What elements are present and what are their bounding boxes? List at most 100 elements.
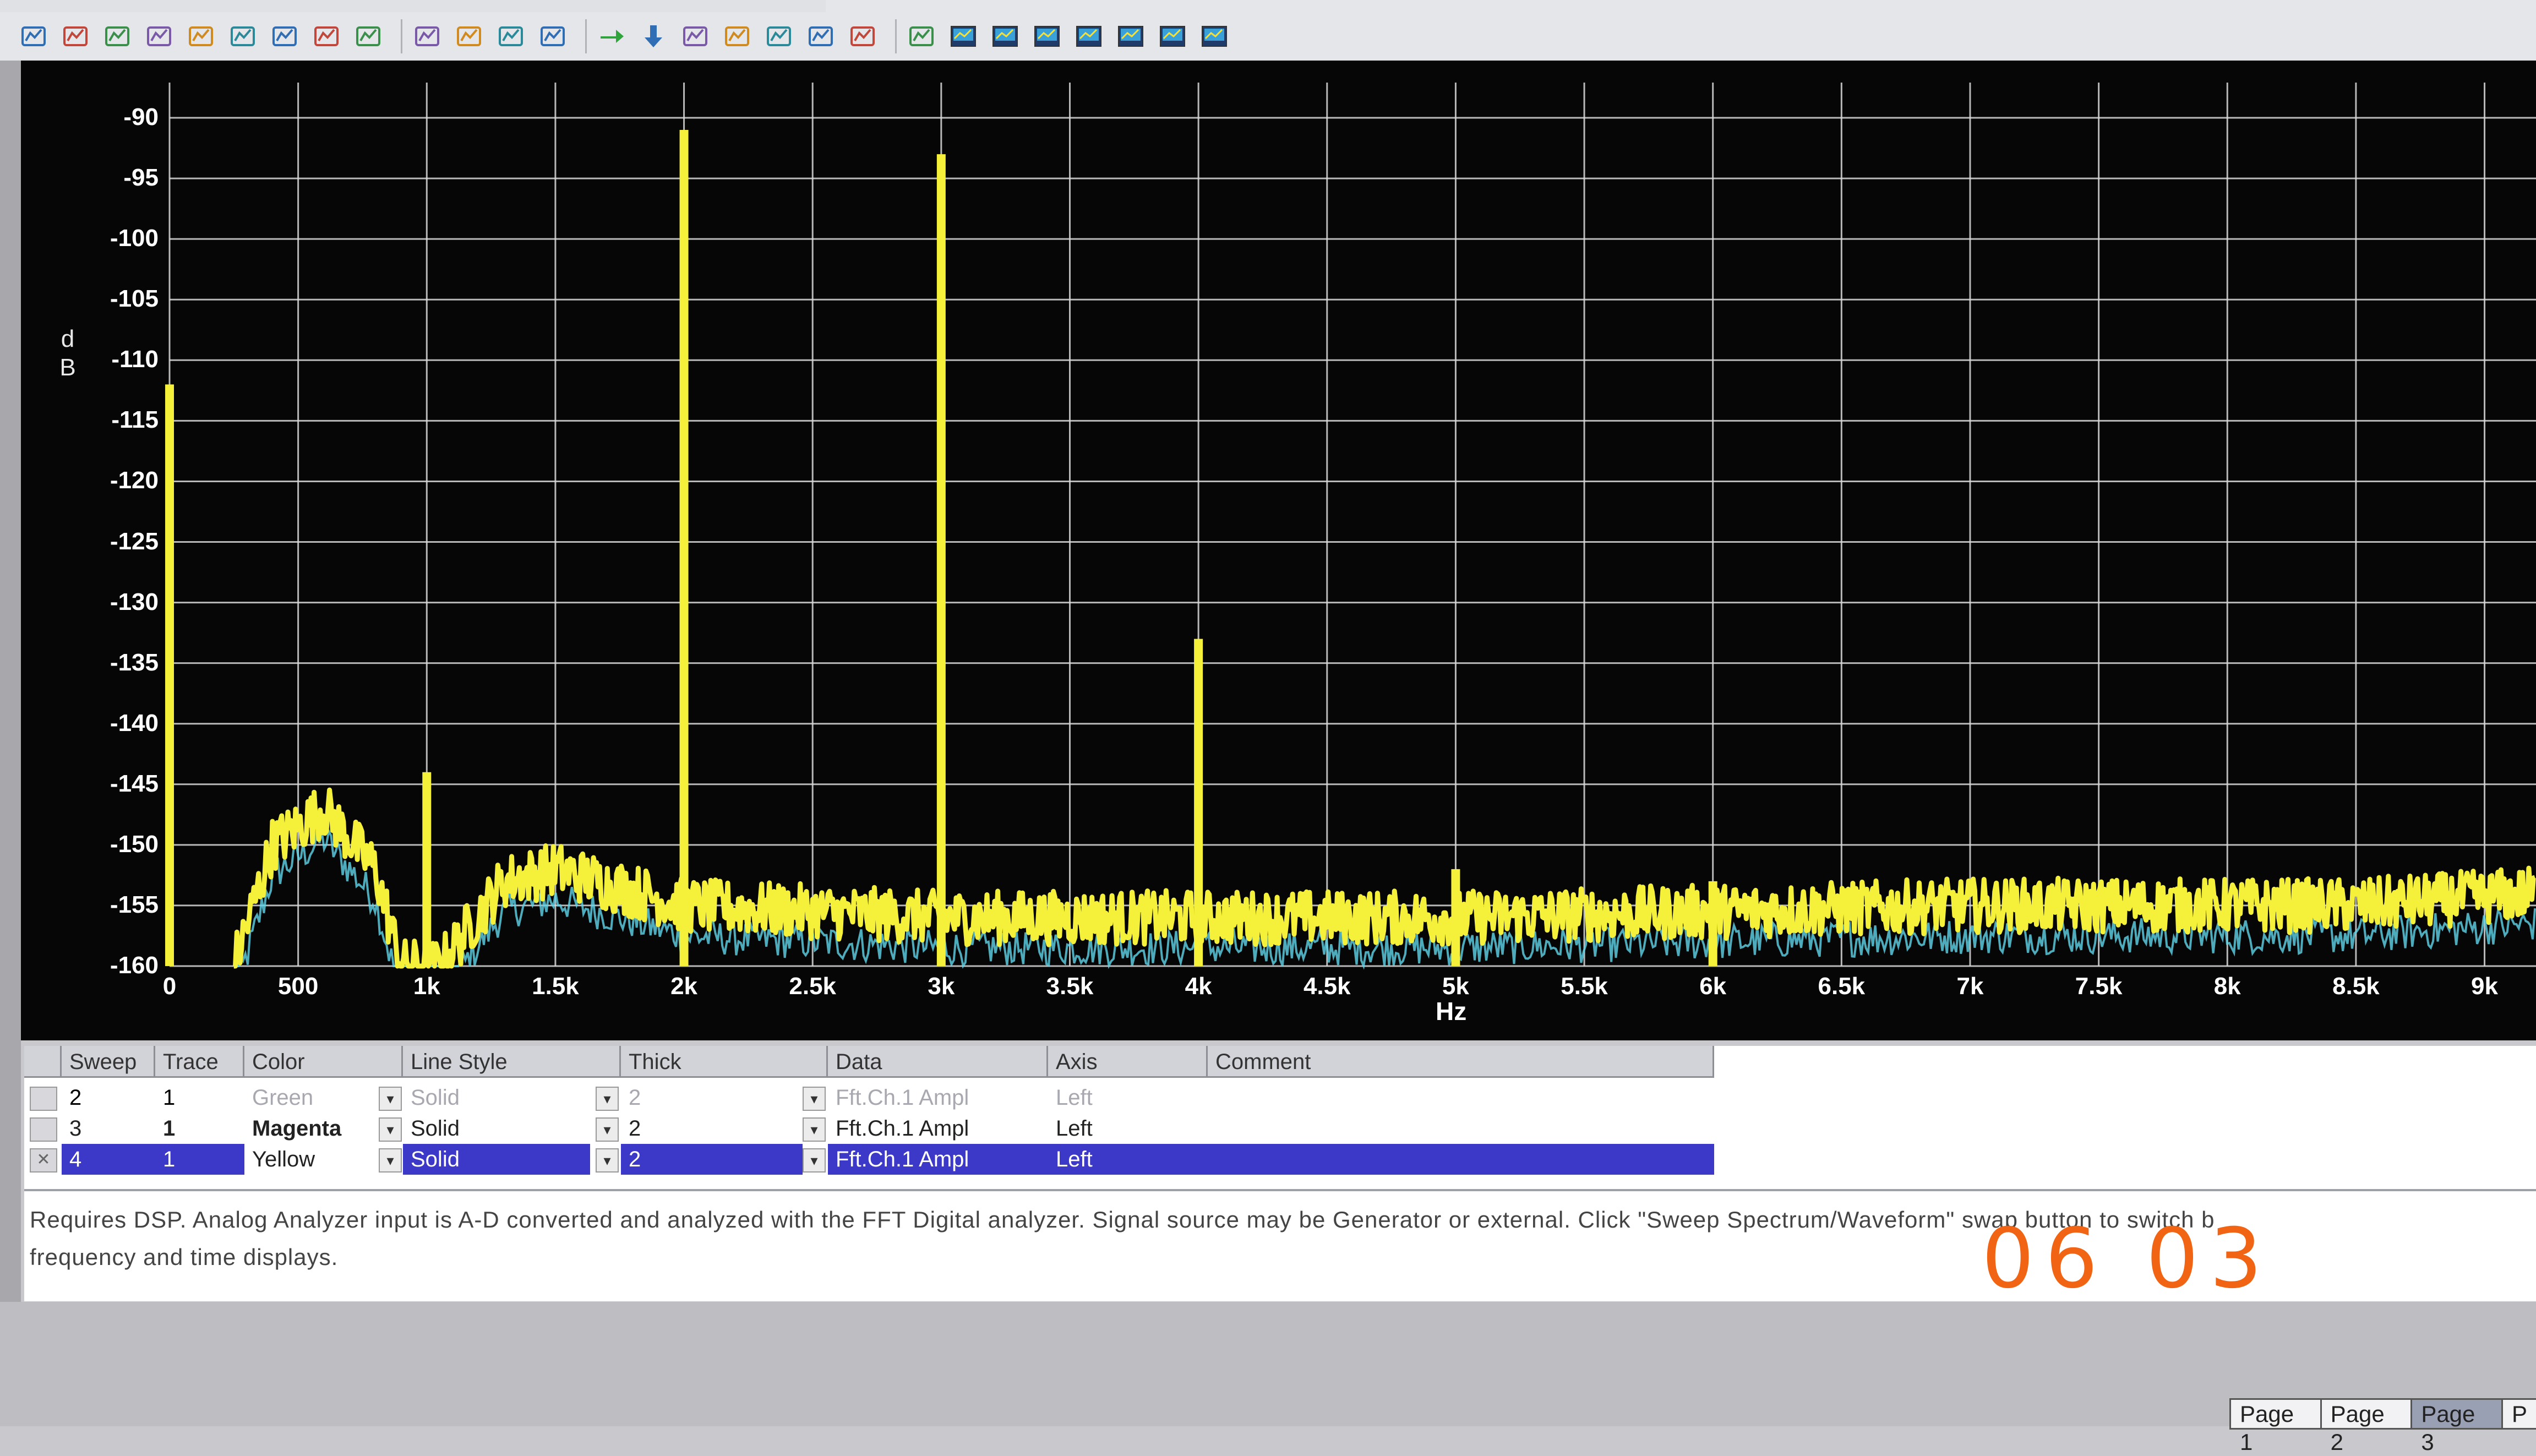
header-data[interactable]: Data <box>828 1046 1048 1078</box>
page-tabs: Page 1 Page 2 Page 3 P <box>2229 1398 2536 1455</box>
x-tick-label: 500 <box>277 973 319 1000</box>
graph4-icon[interactable] <box>1072 18 1106 54</box>
row-checkbox-checked[interactable]: ✕ <box>30 1148 57 1173</box>
cell-color[interactable]: Green <box>244 1082 377 1113</box>
panel-icon[interactable] <box>720 18 754 54</box>
cell-line-style[interactable]: Solid <box>403 1113 590 1144</box>
cell-data[interactable]: Fft.Ch.1 Ampl <box>828 1144 1048 1175</box>
color-dropdown-icon[interactable]: ▾ <box>379 1148 402 1173</box>
cursor-icon[interactable] <box>494 18 528 54</box>
x-tick-label: 7.5k <box>2075 973 2123 1000</box>
switcher-icon[interactable] <box>184 18 218 54</box>
header-thick[interactable]: Thick <box>621 1046 828 1078</box>
header-line-style[interactable]: Line Style <box>403 1046 621 1078</box>
line-style-dropdown-icon[interactable]: ▾ <box>596 1117 619 1142</box>
corner-cell <box>24 1046 62 1078</box>
page-icon[interactable] <box>904 18 939 54</box>
cell-thick[interactable]: 2 <box>621 1082 803 1113</box>
thick-dropdown-icon[interactable]: ▾ <box>803 1148 826 1173</box>
color-dropdown-icon[interactable]: ▾ <box>379 1117 402 1142</box>
x-tick-label: 0 <box>162 973 177 1000</box>
meter-icon[interactable] <box>226 18 260 54</box>
settings-icon[interactable] <box>846 18 880 54</box>
dsp-icon[interactable] <box>142 18 176 54</box>
cell-trace[interactable]: 1 <box>155 1082 244 1113</box>
graph2-icon[interactable] <box>988 18 1022 54</box>
dual-icon[interactable] <box>268 18 302 54</box>
sweep-icon[interactable] <box>17 18 51 54</box>
line-style-dropdown-icon[interactable]: ▾ <box>596 1087 619 1111</box>
tab-page-2[interactable]: Page 2 <box>2320 1398 2413 1455</box>
cell-axis[interactable]: Left <box>1048 1082 1208 1113</box>
table-row[interactable]: 2 1 Green ▾ Solid ▾ 2 ▾ Fft.Ch.1 Ampl Le… <box>24 1082 1720 1113</box>
header-comment[interactable]: Comment <box>1208 1046 1714 1078</box>
cell-trace[interactable]: 1 <box>155 1144 244 1175</box>
sweep-spectrum-waveform-icon[interactable] <box>678 18 712 54</box>
cell-thick[interactable]: 2 <box>621 1113 803 1144</box>
graph1-icon[interactable] <box>946 18 980 54</box>
cell-axis[interactable]: Left <box>1048 1113 1208 1144</box>
cell-sweep[interactable]: 3 <box>62 1113 155 1144</box>
marker-icon[interactable] <box>536 18 570 54</box>
cell-color[interactable]: Yellow <box>244 1144 377 1175</box>
generator-icon[interactable] <box>58 18 92 54</box>
cell-trace[interactable]: 1 <box>155 1113 244 1144</box>
row-checkbox[interactable] <box>30 1117 57 1142</box>
stepper-icon[interactable] <box>452 18 486 54</box>
sweep-table: Sweep Trace Color Line Style Thick Data … <box>24 1046 2536 1189</box>
y-tick-label: -115 <box>111 406 159 434</box>
header-color[interactable]: Color <box>244 1046 403 1078</box>
thick-dropdown-icon[interactable]: ▾ <box>803 1117 826 1142</box>
download-icon[interactable] <box>636 18 670 54</box>
x-tick-label: 1k <box>413 973 440 1000</box>
header-trace[interactable]: Trace <box>155 1046 244 1078</box>
tab-page-4[interactable]: P <box>2501 1398 2536 1430</box>
cell-sweep[interactable]: 2 <box>62 1082 155 1113</box>
tab-page-3[interactable]: Page 3 <box>2410 1398 2503 1455</box>
cell-line-style[interactable]: Solid <box>403 1144 590 1175</box>
go-icon[interactable] <box>595 18 629 54</box>
clock-icon[interactable] <box>309 18 343 54</box>
color-dropdown-icon[interactable]: ▾ <box>379 1087 402 1111</box>
scaling-icon[interactable] <box>804 18 838 54</box>
x-tick-label: 4k <box>1185 973 1212 1000</box>
row-checkbox[interactable] <box>30 1087 57 1111</box>
y-tick-label: -125 <box>110 527 159 555</box>
cell-comment[interactable] <box>1208 1082 1714 1113</box>
speaker-icon[interactable] <box>351 18 385 54</box>
table-row[interactable]: 3 1 Magenta ▾ Solid ▾ 2 ▾ Fft.Ch.1 Ampl … <box>24 1113 1720 1144</box>
cell-axis[interactable]: Left <box>1048 1144 1208 1175</box>
data-icon[interactable] <box>762 18 796 54</box>
dcx-icon[interactable] <box>410 18 444 54</box>
cell-comment[interactable] <box>1208 1144 1714 1175</box>
y-tick-label: -110 <box>111 346 159 373</box>
header-axis[interactable]: Axis <box>1048 1046 1208 1078</box>
cell-line-style[interactable]: Solid <box>403 1082 590 1113</box>
bottom-frame <box>0 1302 2536 1426</box>
graph6-icon[interactable] <box>1155 18 1190 54</box>
tab-page-1[interactable]: Page 1 <box>2229 1398 2322 1455</box>
menu-strip <box>0 0 826 12</box>
cell-thick[interactable]: 2 <box>621 1144 803 1175</box>
header-sweep[interactable]: Sweep <box>62 1046 155 1078</box>
cell-comment[interactable] <box>1208 1113 1714 1144</box>
y-tick-label: -90 <box>123 103 159 131</box>
y-tick-label: -150 <box>110 830 159 858</box>
graph7-icon[interactable] <box>1197 18 1231 54</box>
cell-color[interactable]: Magenta <box>244 1113 377 1144</box>
graph3-icon[interactable] <box>1030 18 1064 54</box>
cell-data[interactable]: Fft.Ch.1 Ampl <box>828 1082 1048 1113</box>
cell-sweep[interactable]: 4 <box>62 1144 155 1175</box>
thick-dropdown-icon[interactable]: ▾ <box>803 1087 826 1111</box>
x-tick-label: 1.5k <box>532 973 579 1000</box>
x-tick-label: 6.5k <box>1818 973 1866 1000</box>
y-tick-label: -95 <box>123 164 159 192</box>
graph5-icon[interactable] <box>1114 18 1148 54</box>
line-style-dropdown-icon[interactable]: ▾ <box>596 1148 619 1173</box>
analyzer-icon[interactable] <box>100 18 134 54</box>
x-tick-label: 8.5k <box>2332 973 2380 1000</box>
table-row-selected[interactable]: ✕ 4 1 Yellow ▾ Solid ▾ 2 ▾ Fft.Ch.1 Ampl… <box>24 1144 1720 1175</box>
left-frame <box>0 61 21 1349</box>
x-tick-label: 2k <box>670 973 698 1000</box>
cell-data[interactable]: Fft.Ch.1 Ampl <box>828 1113 1048 1144</box>
